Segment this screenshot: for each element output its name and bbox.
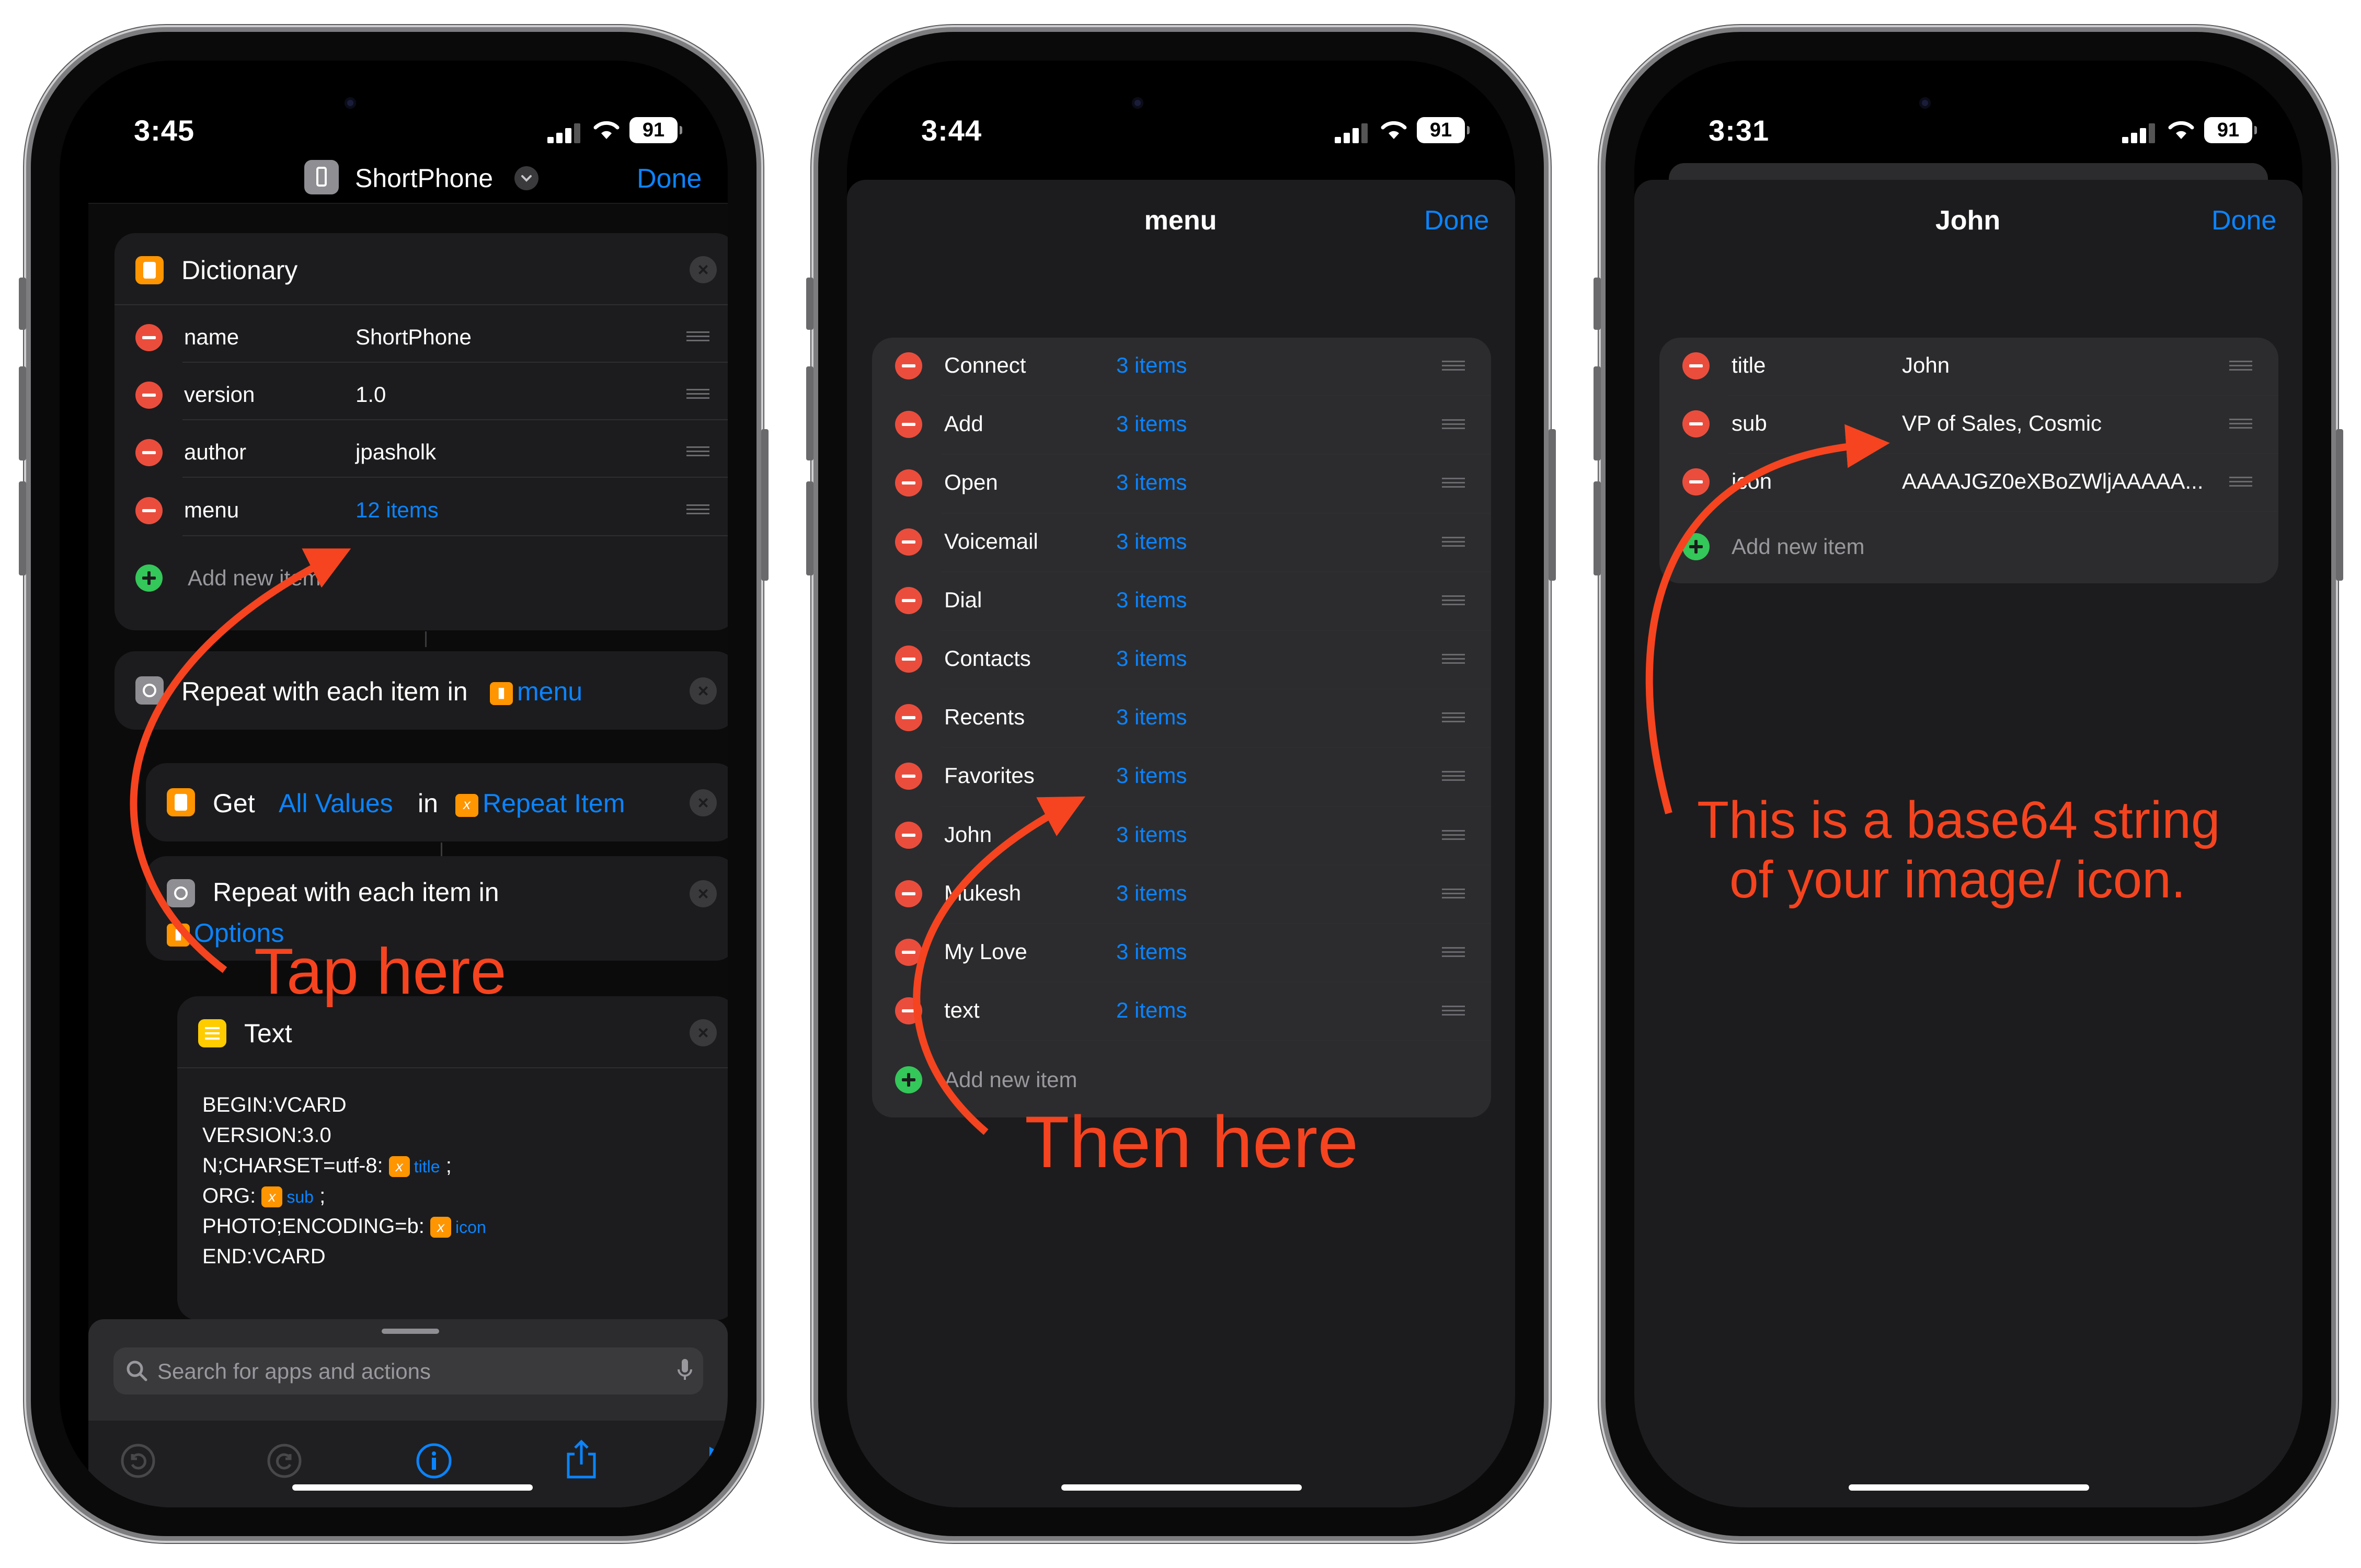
then-here-annotation: Then here <box>1025 1101 1359 1183</box>
base64-annotation-line1: This is a base64 string <box>1697 791 2220 849</box>
annotation-arrows <box>130 424 1890 1135</box>
tap-here-arrow <box>130 548 351 973</box>
base64-annotation-line2: of your image/ icon. <box>1729 850 2186 909</box>
base64-arrow <box>1645 424 1890 814</box>
then-here-arrow <box>913 796 1086 1135</box>
tap-here-annotation: Tap here <box>254 936 507 1008</box>
